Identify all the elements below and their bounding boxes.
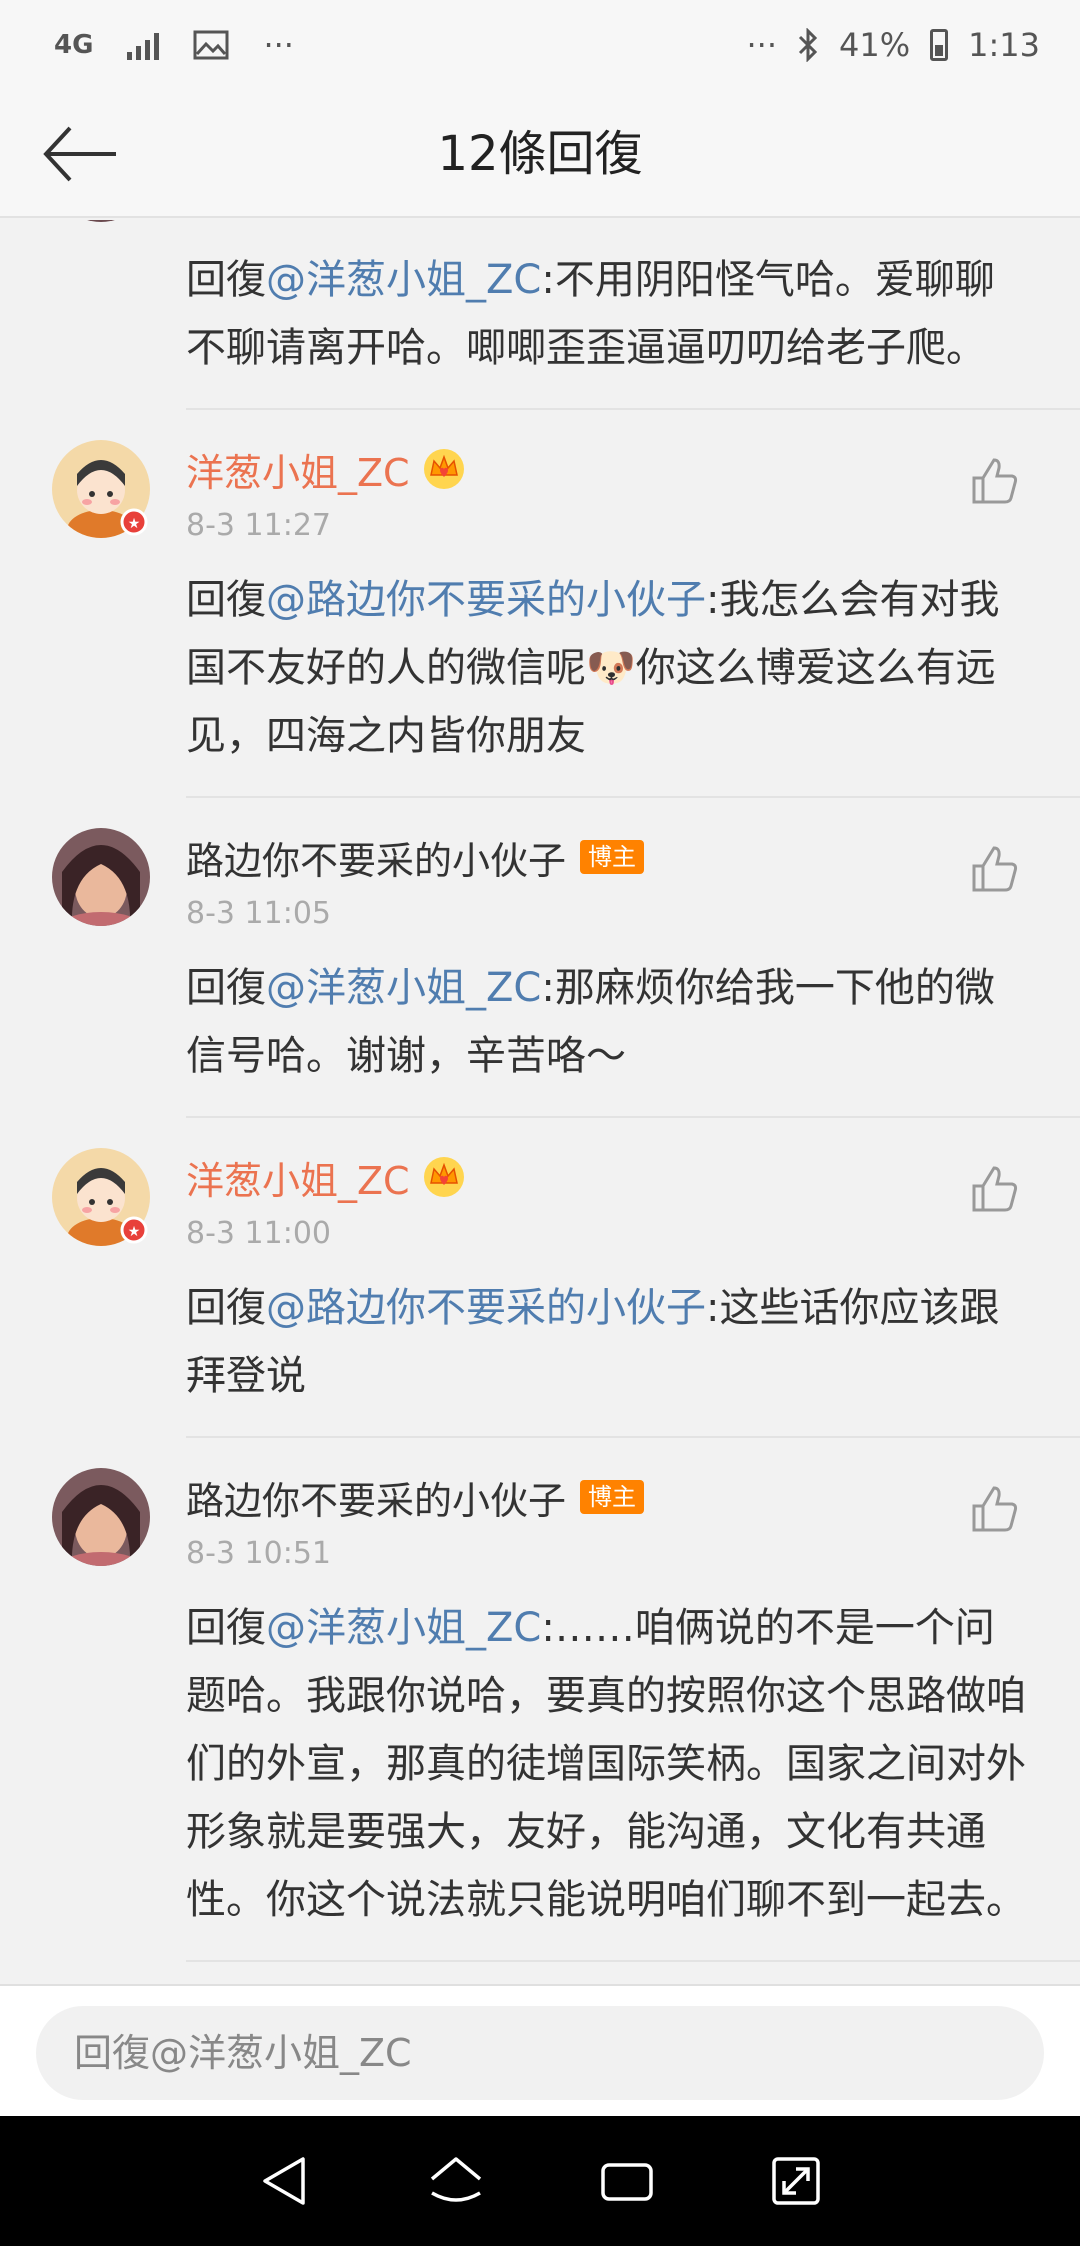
user-line: 路边你不要采的小伙子 博主 (186, 1468, 1080, 1526)
mention-link[interactable]: @洋葱小姐_ZC (266, 965, 541, 1011)
comment-feed: 8-3 11:48 回復@洋葱小姐_ZC:不用阴阳怪气哈。爱聊聊不聊请离开哈。唧… (0, 220, 1080, 1962)
page-title: 12條回復 (437, 126, 643, 182)
status-more: ··· (746, 26, 778, 64)
crown-icon (423, 449, 464, 489)
user-line: 路边你不要采的小伙子 博主 (186, 828, 1080, 886)
comment-text: 回復@路边你不要采的小伙子:这些话你应该跟拜登说 (186, 1274, 1032, 1410)
comment-item: 路边你不要采的小伙子 博主 8-3 11:05 回復@洋葱小姐_ZC:那麻烦你给… (0, 798, 1080, 1118)
username[interactable]: 路边你不要采的小伙子 (186, 830, 566, 885)
comment-item: 8-3 11:48 回復@洋葱小姐_ZC:不用阴阳怪气哈。爱聊聊不聊请离开哈。唧… (0, 220, 1080, 410)
avatar[interactable]: ★ (52, 440, 150, 538)
like-icon[interactable] (970, 1484, 1020, 1534)
username[interactable]: 洋葱小姐_ZC (186, 1150, 410, 1205)
clock: 1:13 (968, 26, 1040, 64)
mention-link[interactable]: @路边你不要采的小伙子 (266, 577, 706, 623)
comment-time: 8-3 10:51 (186, 1536, 331, 1571)
comment-time: 8-3 11:00 (186, 1216, 331, 1251)
user-line: 洋葱小姐_ZC (186, 440, 1080, 498)
status-right: ··· 41% 1:13 (747, 26, 1041, 64)
comment-body: :……咱俩说的不是一个问题哈。我跟你说哈，要真的按照你这个思路做咱们的外宣，那真… (186, 1605, 1026, 1923)
reply-word: 回復 (186, 577, 266, 623)
avatar[interactable] (52, 1468, 150, 1566)
reply-word: 回復 (186, 257, 266, 303)
comment-list[interactable]: 8-3 11:48 回復@洋葱小姐_ZC:不用阴阳怪气哈。爱聊聊不聊请离开哈。唧… (0, 220, 1080, 1984)
comment-item: ★ 洋葱小姐_ZC 8-3 11:27 回復@路边你不要采的小伙子:我怎么会有对… (0, 410, 1080, 798)
nav-recents-icon[interactable] (599, 2153, 655, 2209)
mention-link[interactable]: @路边你不要采的小伙子 (266, 1285, 706, 1331)
battery-icon (930, 29, 949, 61)
comment-text: 回復@路边你不要采的小伙子:我怎么会有对我国不友好的人的微信呢🐶你这么博爱这么有… (186, 566, 1032, 770)
author-badge: 博主 (580, 840, 645, 874)
status-bar: 4G ··· ··· 41% 1:13 (0, 0, 1080, 90)
comment-text: 回復@洋葱小姐_ZC:……咱俩说的不是一个问题哈。我跟你说哈，要真的按照你这个思… (186, 1594, 1032, 1934)
avatar[interactable] (52, 220, 150, 222)
mention-link[interactable]: @洋葱小姐_ZC (266, 257, 541, 303)
reply-word: 回復 (186, 965, 266, 1011)
user-line: 洋葱小姐_ZC (186, 1148, 1080, 1206)
comment-time: 8-3 11:05 (186, 896, 331, 931)
image-icon (193, 30, 229, 60)
bluetooth-icon (798, 28, 818, 62)
comment-item: ★ 洋葱小姐_ZC 8-3 11:00 回復@路边你不要采的小伙子:这些话你应该… (0, 1118, 1080, 1438)
svg-text:★: ★ (128, 1224, 141, 1240)
system-nav-bar (0, 2116, 1080, 2246)
comment-item: 路边你不要采的小伙子 博主 8-3 10:51 回復@洋葱小姐_ZC:……咱俩说… (0, 1438, 1080, 1962)
like-icon[interactable] (970, 844, 1020, 894)
status-left: 4G ··· (54, 26, 294, 64)
comment-time: 8-3 11:48 (186, 220, 1080, 228)
nav-home-icon[interactable] (426, 2153, 486, 2209)
signal-icon (127, 30, 160, 60)
like-icon[interactable] (970, 456, 1020, 506)
mention-link[interactable]: @洋葱小姐_ZC (266, 1605, 541, 1651)
comment-text: 回復@洋葱小姐_ZC:那麻烦你给我一下他的微信号哈。谢谢，辛苦咯～ (186, 954, 1032, 1090)
avatar[interactable]: ★ (52, 1148, 150, 1246)
avatar[interactable] (52, 828, 150, 926)
username[interactable]: 路边你不要采的小伙子 (186, 1470, 566, 1525)
nav-expand-icon[interactable] (768, 2153, 824, 2209)
nav-back-icon[interactable] (257, 2153, 313, 2209)
reply-word: 回復 (186, 1285, 266, 1331)
like-icon[interactable] (970, 1164, 1020, 1214)
reply-input[interactable]: 回復@洋葱小姐_ZC (36, 2006, 1044, 2100)
network-type: 4G (54, 30, 94, 60)
svg-text:★: ★ (128, 516, 141, 532)
comment-time: 8-3 11:27 (186, 508, 331, 543)
crown-icon (423, 1157, 464, 1197)
battery-percent: 41% (839, 26, 911, 64)
notification-more: ··· (263, 26, 294, 64)
author-badge: 博主 (580, 1480, 645, 1514)
username[interactable]: 洋葱小姐_ZC (186, 442, 410, 497)
reply-word: 回復 (186, 1605, 266, 1651)
top-nav-bar: 12條回復 (0, 90, 1080, 218)
comment-text: 回復@洋葱小姐_ZC:不用阴阳怪气哈。爱聊聊不聊请离开哈。唧唧歪歪逼逼叨叨给老子… (186, 246, 1032, 382)
reply-bar: 回復@洋葱小姐_ZC (0, 1984, 1080, 2116)
